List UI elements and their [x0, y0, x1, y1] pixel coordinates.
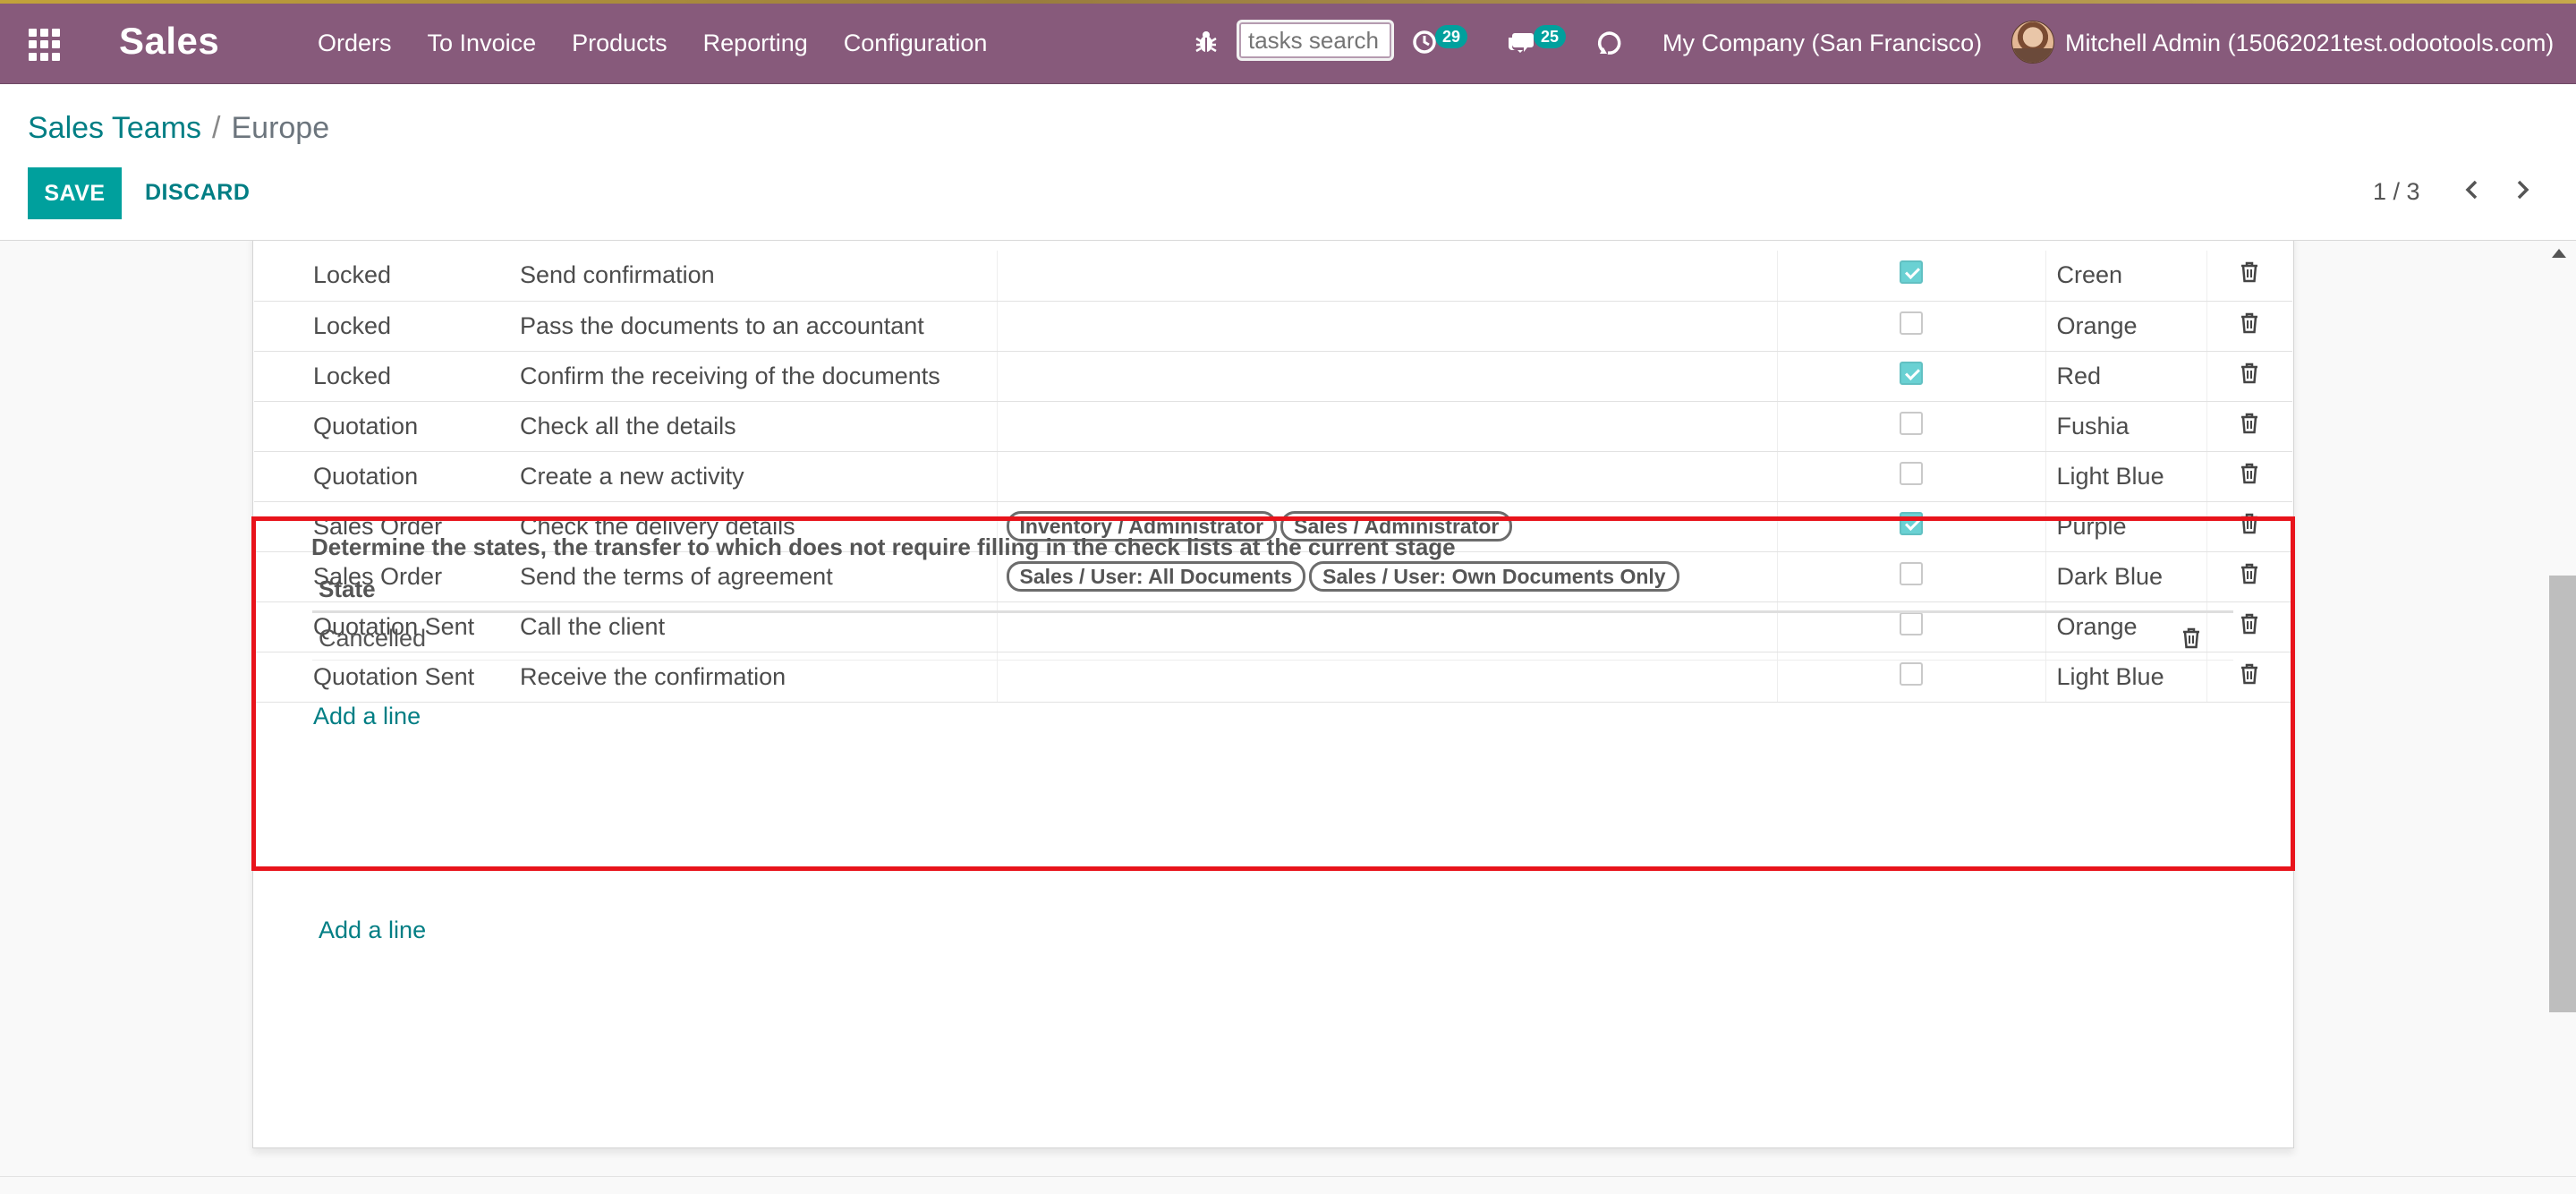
- main-menu: Orders To Invoice Products Reporting Con…: [318, 30, 987, 57]
- state-column-header[interactable]: State: [319, 576, 376, 603]
- page: { "app": { "title": "Sales" }, "nav": { …: [0, 0, 2576, 1194]
- checkbox[interactable]: [1900, 461, 1923, 485]
- state-cell[interactable]: Quotation: [254, 451, 509, 502]
- pager-previous-icon[interactable]: [2457, 175, 2487, 205]
- checkbox[interactable]: [1900, 311, 1923, 335]
- state-value[interactable]: Cancelled: [319, 625, 426, 652]
- trash-icon[interactable]: [2240, 260, 2259, 290]
- navbar-top-accent: [0, 0, 2576, 4]
- color-cell[interactable]: Orange: [2045, 301, 2207, 352]
- trash-cell: [2206, 351, 2292, 402]
- trash-cell: [2206, 301, 2292, 352]
- color-cell[interactable]: Creen: [2045, 251, 2207, 302]
- scroll-up-arrow-icon[interactable]: [2552, 249, 2566, 258]
- checkbox-cell: [1777, 251, 2045, 302]
- user-avatar[interactable]: [2011, 21, 2054, 64]
- bug-icon[interactable]: [1194, 29, 1219, 55]
- state-cell[interactable]: Locked: [254, 351, 509, 402]
- refresh-sync-icon[interactable]: [1597, 29, 1624, 55]
- check-item-name-cell[interactable]: Check all the details: [509, 401, 998, 452]
- table-row[interactable]: Locked Send confirmation Creen: [254, 251, 2292, 302]
- apps-menu-icon[interactable]: [29, 29, 61, 61]
- trash-icon[interactable]: [2181, 627, 2201, 654]
- menu-products[interactable]: Products: [572, 30, 667, 57]
- control-panel: Sales Teams / Europe SAVE DISCARD 1 / 3: [0, 84, 2576, 241]
- user-menu[interactable]: Mitchell Admin (15062021test.odootools.c…: [2065, 30, 2554, 57]
- activity-clock-icon[interactable]: [1412, 30, 1437, 55]
- breadcrumb-sales-teams[interactable]: Sales Teams: [28, 111, 201, 145]
- breadcrumb-current: Europe: [231, 111, 330, 145]
- check-item-name-cell[interactable]: Confirm the receiving of the documents: [509, 351, 998, 402]
- menu-reporting[interactable]: Reporting: [703, 30, 808, 57]
- checkbox-cell: [1777, 401, 2045, 452]
- checkbox-cell: [1777, 451, 2045, 502]
- chat-messages-icon[interactable]: [1507, 30, 1535, 55]
- trash-icon[interactable]: [2240, 362, 2259, 391]
- pager-next-icon[interactable]: [2507, 175, 2538, 205]
- activities-count-badge: 29: [1435, 25, 1468, 48]
- checkbox[interactable]: [1900, 361, 1923, 385]
- discard-button[interactable]: DISCARD: [145, 180, 250, 206]
- breadcrumb-separator: /: [212, 111, 221, 145]
- trash-cell: [2206, 251, 2292, 302]
- groups-cell[interactable]: [997, 451, 1778, 502]
- save-button[interactable]: SAVE: [28, 167, 122, 219]
- checkbox-cell: [1777, 351, 2045, 402]
- groups-cell[interactable]: [997, 301, 1778, 352]
- state-cell[interactable]: Locked: [254, 301, 509, 352]
- groups-cell[interactable]: [997, 351, 1778, 402]
- trash-cell: [2206, 401, 2292, 452]
- trash-icon[interactable]: [2240, 462, 2259, 491]
- check-item-name-cell[interactable]: Pass the documents to an accountant: [509, 301, 998, 352]
- table-row[interactable]: Cancelled: [312, 616, 2233, 661]
- color-cell[interactable]: Light Blue: [2045, 451, 2207, 502]
- table-row[interactable]: Locked Confirm the receiving of the docum…: [254, 351, 2292, 402]
- breadcrumb: Sales Teams / Europe: [28, 111, 329, 146]
- no-check-states-title: Determine the states, the transfer to wh…: [311, 533, 1456, 560]
- table-row[interactable]: Quotation Check all the details Fushia: [254, 401, 2292, 452]
- table-row[interactable]: Locked Pass the documents to an accountan…: [254, 301, 2292, 352]
- menu-orders[interactable]: Orders: [318, 30, 392, 57]
- state-cell[interactable]: Quotation: [254, 401, 509, 452]
- table-row[interactable]: Quotation Create a new activity Light Blue: [254, 451, 2292, 502]
- states-table-header: State: [312, 568, 2233, 613]
- check-item-name-cell[interactable]: Create a new activity: [509, 451, 998, 502]
- app-title: Sales: [119, 20, 220, 62]
- states-add-line-link[interactable]: Add a line: [319, 917, 426, 944]
- checkbox-cell: [1777, 301, 2045, 352]
- pager-value[interactable]: 1 / 3: [2373, 178, 2420, 206]
- messages-count-badge: 25: [1534, 25, 1567, 48]
- color-cell[interactable]: Fushia: [2045, 401, 2207, 452]
- groups-cell[interactable]: [997, 401, 1778, 452]
- bottom-divider: [0, 1176, 2576, 1177]
- trash-cell: [2206, 451, 2292, 502]
- company-switcher[interactable]: My Company (San Francisco): [1662, 30, 1982, 57]
- check-item-name-cell[interactable]: Send confirmation: [509, 251, 998, 302]
- menu-to-invoice[interactable]: To Invoice: [428, 30, 537, 57]
- state-cell[interactable]: Locked: [254, 251, 509, 302]
- trash-icon[interactable]: [2240, 311, 2259, 341]
- color-cell[interactable]: Red: [2045, 351, 2207, 402]
- top-navbar: Sales Orders To Invoice Products Reporti…: [0, 0, 2576, 84]
- menu-configuration[interactable]: Configuration: [844, 30, 988, 57]
- groups-cell[interactable]: [997, 251, 1778, 302]
- checkbox[interactable]: [1900, 411, 1923, 435]
- scrollbar-thumb[interactable]: [2549, 576, 2576, 1012]
- checkbox[interactable]: [1900, 260, 1923, 285]
- trash-icon[interactable]: [2240, 412, 2259, 441]
- tasks-search-input[interactable]: [1237, 20, 1394, 61]
